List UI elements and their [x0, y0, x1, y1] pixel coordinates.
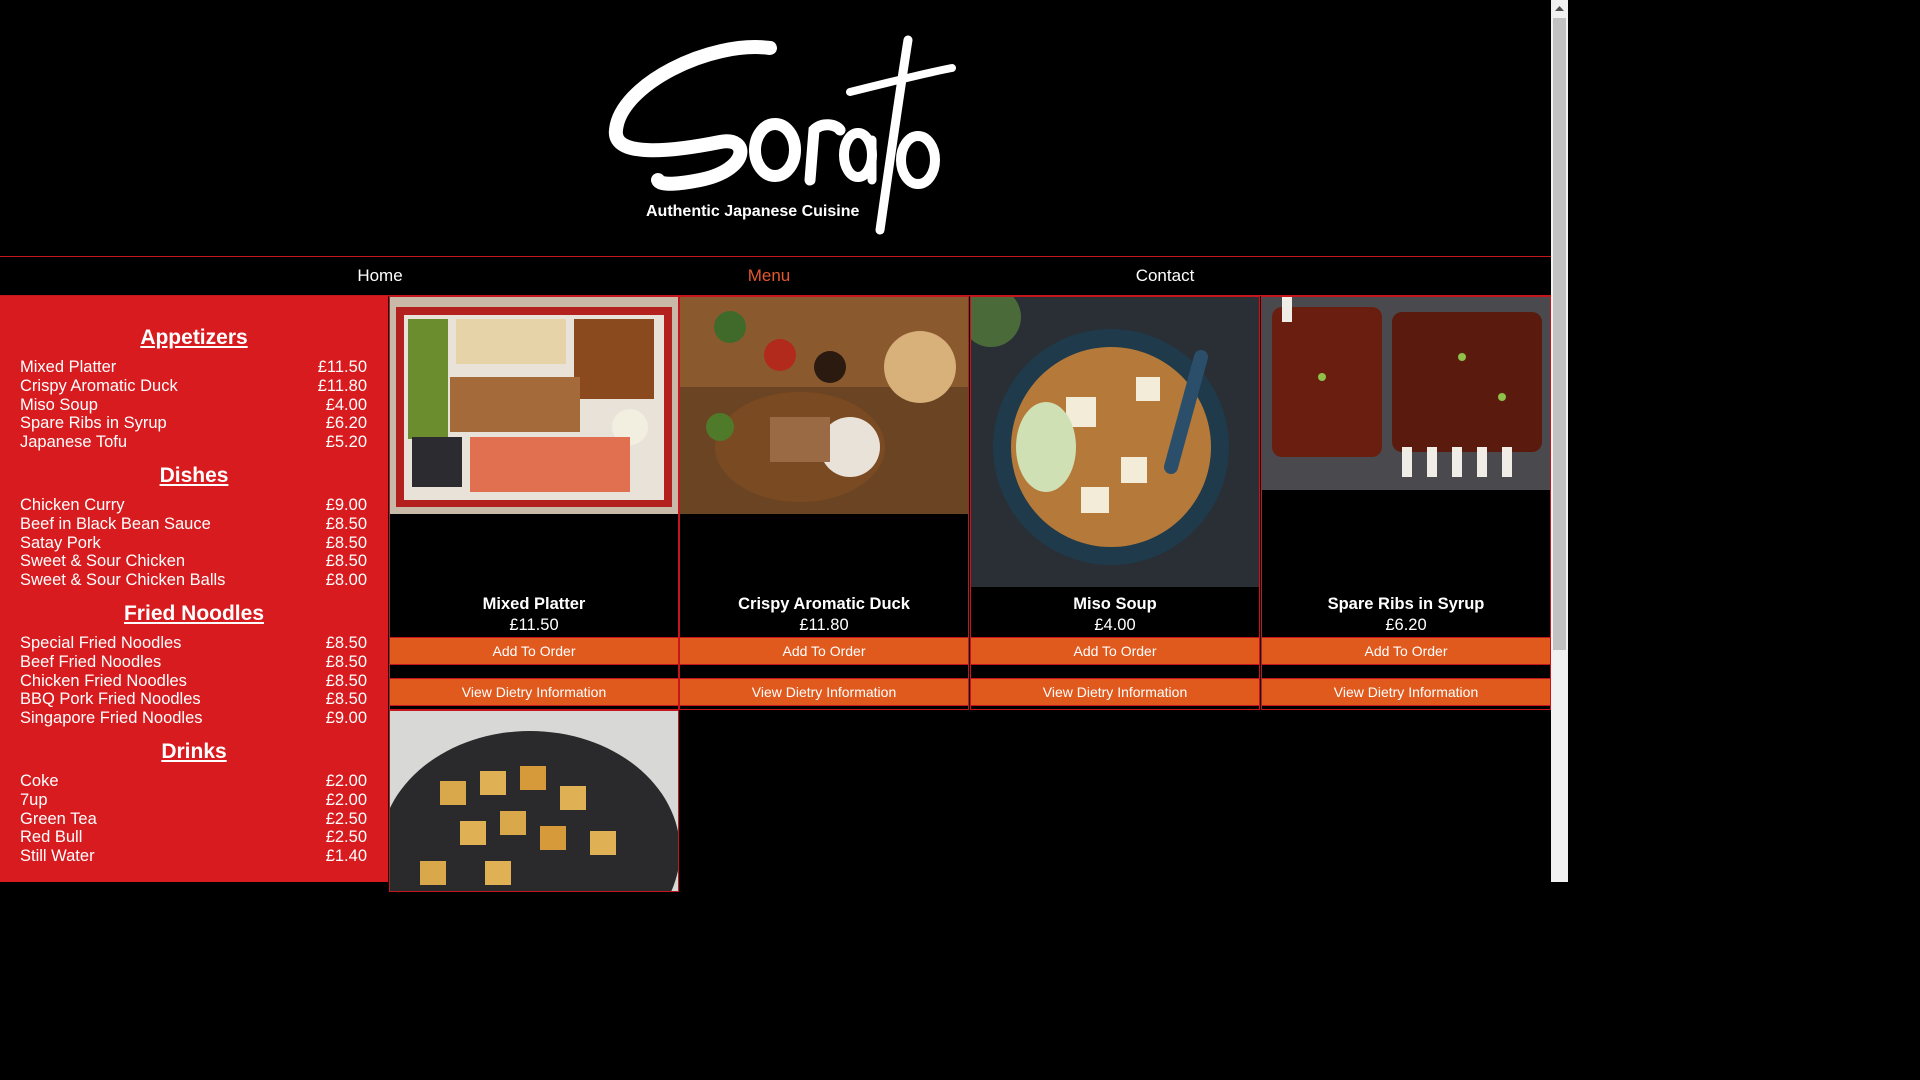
- menu-item: Special Fried Noodles £8.50: [20, 634, 367, 652]
- view-dietary-info-button[interactable]: View Dietry Information: [971, 678, 1259, 706]
- card-price: £11.80: [799, 616, 849, 634]
- view-dietary-info-button[interactable]: View Dietry Information: [390, 678, 678, 706]
- menu-item: Singapore Fried Noodles £9.00: [20, 709, 367, 728]
- scroll-thumb[interactable]: [1553, 18, 1566, 650]
- menu-item: Chicken Curry £9.00: [20, 496, 367, 514]
- scroll-up-arrow-icon[interactable]: [1551, 0, 1568, 17]
- mixed-platter-photo: [390, 297, 678, 514]
- menu-section-drinks: Drinks Coke £2.00 7up £2.00 Green Tea £2.50…: [0, 740, 388, 866]
- card-price: £4.00: [1094, 616, 1136, 634]
- menu-item: Still Water £1.40: [20, 847, 367, 866]
- food-card-mixed-platter: Mixed Platter £11.50 Add To Order View D…: [389, 296, 679, 710]
- add-to-order-button[interactable]: Add To Order: [390, 637, 678, 665]
- menu-item: Spare Ribs in Syrup £6.20: [20, 414, 367, 433]
- section-title: Appetizers: [140, 326, 248, 349]
- card-name: Mixed Platter: [482, 595, 586, 613]
- add-to-order-button[interactable]: Add To Order: [680, 637, 968, 665]
- nav-home[interactable]: Home: [357, 266, 402, 286]
- menu-item: Japanese Tofu £5.20: [20, 433, 367, 452]
- spare-ribs-photo: [1262, 297, 1550, 490]
- tagline: Authentic Japanese Cuisine: [646, 203, 860, 220]
- menu-item: Beef in Black Bean Sauce £8.50: [20, 514, 367, 533]
- menu-item: Miso Soup £4.00: [20, 395, 367, 414]
- food-card-japanese-tofu: [389, 710, 679, 892]
- add-to-order-button[interactable]: Add To Order: [1262, 637, 1550, 665]
- section-title: Fried Noodles: [123, 602, 265, 625]
- nav-menu[interactable]: Menu: [748, 266, 791, 286]
- food-card-crispy-aromatic-duck: Crispy Aromatic Duck £11.80 Add To Order…: [679, 296, 969, 710]
- menu-item: 7up £2.00: [20, 790, 367, 809]
- japanese-tofu-photo: [390, 711, 678, 891]
- menu-item: Sweet & Sour Chicken Balls £8.00: [20, 571, 367, 590]
- food-card-spare-ribs: Spare Ribs in Syrup £6.20 Add To Order V…: [1261, 296, 1551, 710]
- miso-soup-photo: [971, 297, 1259, 587]
- menu-item: Red Bull £2.50: [20, 828, 367, 847]
- food-card-miso-soup: Miso Soup £4.00 Add To Order View Dietry…: [970, 296, 1260, 710]
- section-title: Drinks: [161, 740, 227, 763]
- menu-item: Beef Fried Noodles £8.50: [20, 652, 367, 671]
- card-name: Crispy Aromatic Duck: [738, 595, 910, 613]
- view-dietary-info-button[interactable]: View Dietry Information: [680, 678, 968, 706]
- menu-item: Green Tea £2.50: [20, 809, 367, 828]
- menu-item: Chicken Fried Noodles £8.50: [20, 671, 367, 690]
- menu-section-dishes: Dishes Chicken Curry £9.00 Beef in Black …: [0, 464, 388, 590]
- add-to-order-button[interactable]: Add To Order: [971, 637, 1259, 665]
- nav-contact[interactable]: Contact: [1136, 266, 1195, 286]
- menu-item: Mixed Platter £11.50: [20, 358, 367, 376]
- card-name: Miso Soup: [1073, 595, 1157, 613]
- card-name: Spare Ribs in Syrup: [1327, 595, 1485, 613]
- card-price: £6.20: [1385, 616, 1427, 634]
- menu-section-fried-noodles: Fried Noodles Special Fried Noodles £8.50…: [0, 602, 388, 728]
- menu-item: Satay Pork £8.50: [20, 533, 367, 552]
- section-title: Dishes: [159, 464, 229, 487]
- menu-item: Crispy Aromatic Duck £11.80: [20, 376, 367, 395]
- view-dietary-info-button[interactable]: View Dietry Information: [1262, 678, 1550, 706]
- menu-item: Coke £2.00: [20, 772, 367, 790]
- main-nav: Home Menu Contact: [0, 256, 1551, 296]
- menu-sidebar: Appetizers Mixed Platter £11.50 Crispy Ar…: [0, 296, 388, 882]
- card-price: £11.50: [509, 616, 559, 634]
- menu-item: Sweet & Sour Chicken £8.50: [20, 552, 367, 571]
- site-header: Authentic Japanese Cuisine: [0, 0, 1551, 256]
- crispy-duck-photo: [680, 297, 968, 514]
- page-scrollbar[interactable]: [1551, 0, 1568, 882]
- menu-item: BBQ Pork Fried Noodles £8.50: [20, 690, 367, 709]
- menu-section-appetizers: Appetizers Mixed Platter £11.50 Crispy Ar…: [0, 326, 388, 452]
